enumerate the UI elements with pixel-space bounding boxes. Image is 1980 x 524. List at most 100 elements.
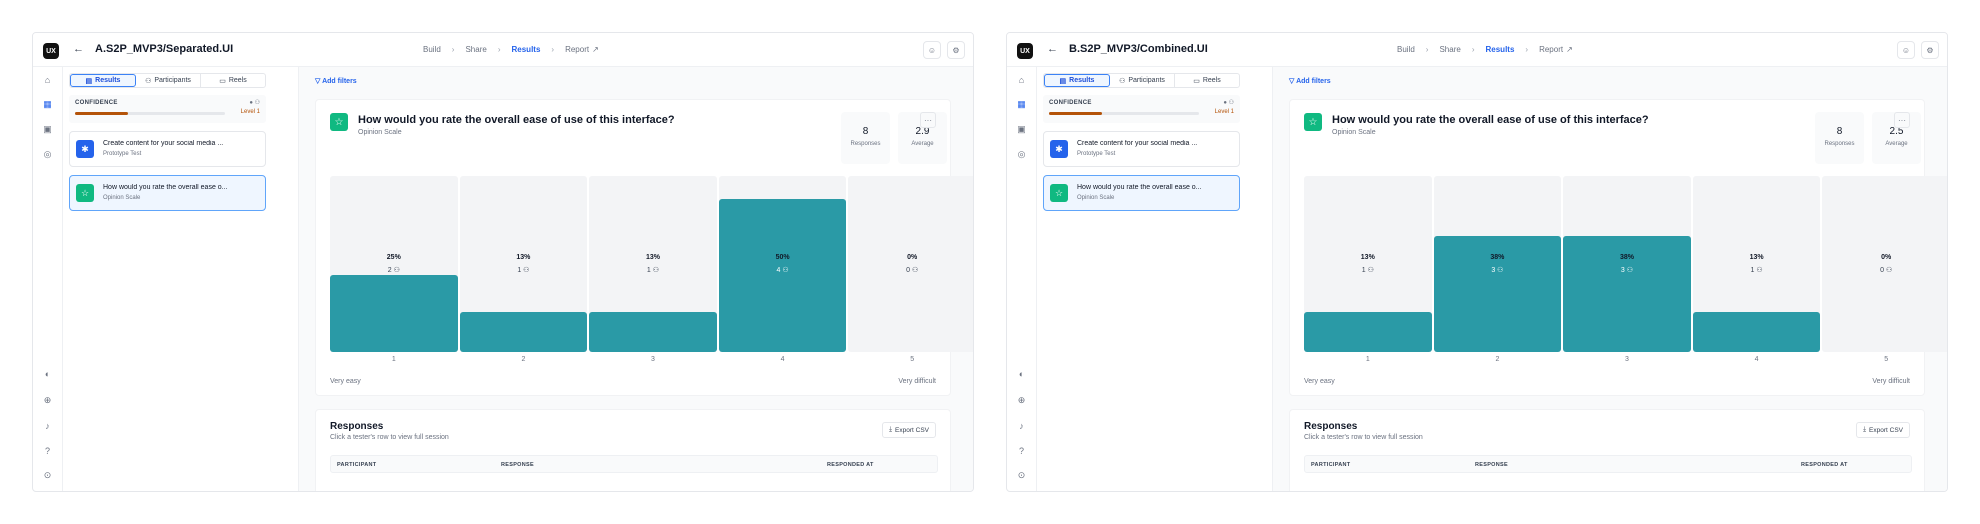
chart-bar[interactable] <box>1692 312 1821 352</box>
settings-icon[interactable]: ⊙ <box>41 469 54 482</box>
ux-logo[interactable]: UX <box>43 43 59 59</box>
nav-report[interactable]: Report <box>1539 45 1563 54</box>
home-icon[interactable]: ⌂ <box>41 73 54 86</box>
bell-icon[interactable]: ♪ <box>41 419 54 432</box>
nav-results[interactable]: Results <box>512 45 541 54</box>
task-card-selected[interactable]: ☆ How would you rate the overall ease o.… <box>1043 175 1240 211</box>
dashboard-icon[interactable]: ▦ <box>1015 98 1028 111</box>
theme-icon[interactable]: ◐ <box>41 367 54 380</box>
star-icon: ☆ <box>330 113 348 131</box>
scale-left-label: Very easy <box>1304 378 1335 385</box>
confidence-fill <box>1049 112 1102 115</box>
responses-subtitle: Click a tester's row to view full sessio… <box>1304 434 1423 441</box>
task-card[interactable]: ✱ Create content for your social media .… <box>69 131 266 167</box>
tab-reels[interactable]: ▭ Reels <box>1175 74 1239 87</box>
chart-column: 38% 3 ⚇ <box>1433 176 1562 352</box>
dashboard-icon[interactable]: ▦ <box>41 98 54 111</box>
column-response[interactable]: RESPONSE <box>501 462 534 468</box>
icon-rail: ⌂ ▦ ▣ ◎ ◐ ⊕ ♪ ? ⊙ <box>1007 67 1037 491</box>
column-responded-at[interactable]: RESPONDED AT <box>1801 462 1848 468</box>
help-icon[interactable]: ? <box>1015 444 1028 457</box>
tab-label: Reels <box>1202 77 1221 84</box>
user-icon[interactable]: ☺ <box>1897 41 1915 59</box>
settings-icon[interactable]: ⊙ <box>1015 469 1028 482</box>
chart-bar[interactable] <box>718 198 847 352</box>
people-icon: ⚇ <box>1365 267 1374 274</box>
export-csv-button[interactable]: ⤓ Export CSV <box>882 422 936 438</box>
user-icon[interactable]: ☺ <box>923 41 941 59</box>
gear-icon[interactable]: ⚙ <box>947 41 965 59</box>
media-icon[interactable]: ▣ <box>41 123 54 136</box>
home-icon[interactable]: ⌂ <box>1015 73 1028 86</box>
average-label: Average <box>1885 141 1908 147</box>
responses-table-header: PARTICIPANT RESPONSE RESPONDED AT <box>330 455 938 473</box>
column-responded-at[interactable]: RESPONDED AT <box>827 462 874 468</box>
column-participant[interactable]: PARTICIPANT <box>1311 462 1350 468</box>
more-options-icon[interactable]: ··· <box>1894 112 1910 128</box>
responses-stat: 8 Responses <box>1815 112 1864 164</box>
task-card-selected[interactable]: ☆ How would you rate the overall ease o.… <box>69 175 266 211</box>
chart-column: 13% 1 ⚇ <box>459 176 588 352</box>
nav-build[interactable]: Build <box>1397 45 1415 54</box>
chart-bar[interactable] <box>1304 312 1432 352</box>
upload-icon[interactable]: ⊕ <box>41 394 54 407</box>
nav-share[interactable]: Share <box>1439 45 1460 54</box>
top-bar: UX ← A.S2P_MVP3/Separated.UI Build › Sha… <box>33 33 973 67</box>
scale-tick-label: 3 <box>1625 356 1629 363</box>
responses-label: Responses <box>850 141 881 147</box>
scale-tick-label: 2 <box>521 356 526 363</box>
export-csv-button[interactable]: ⤓ Export CSV <box>1856 422 1910 438</box>
tab-participants[interactable]: ⚇ Participants <box>1110 74 1175 87</box>
task-card[interactable]: ✱ Create content for your social media .… <box>1043 131 1240 167</box>
chart-count-label: 1 ⚇ <box>460 266 588 274</box>
nav-build[interactable]: Build <box>423 45 441 54</box>
chart-bar[interactable] <box>330 275 458 352</box>
chart-count-label: 0 ⚇ <box>848 266 973 274</box>
prototype-icon: ✱ <box>1050 140 1068 158</box>
chart-count-label: 4 ⚇ <box>719 266 847 274</box>
ux-logo[interactable]: UX <box>1017 43 1033 59</box>
add-filters-button[interactable]: ▽ Add filters <box>315 77 357 85</box>
column-participant[interactable]: PARTICIPANT <box>337 462 376 468</box>
more-options-icon[interactable]: ··· <box>920 112 936 128</box>
target-icon[interactable]: ◎ <box>1015 148 1028 161</box>
chart-count-label: 3 ⚇ <box>1563 266 1691 274</box>
external-link-icon: ↗ <box>592 45 599 54</box>
back-icon[interactable]: ← <box>1047 43 1058 55</box>
tab-results[interactable]: ▤ Results <box>1044 74 1110 87</box>
nav-results[interactable]: Results <box>1486 45 1515 54</box>
chart-bar[interactable] <box>589 312 717 352</box>
tab-reels[interactable]: ▭ Reels <box>201 74 265 87</box>
results-sidebar: ▤ Results ⚇ Participants ▭ Reels CONFIDENCE… <box>63 67 299 491</box>
results-icon: ▤ <box>1059 77 1067 85</box>
people-icon: ⚇ <box>1624 267 1634 274</box>
back-icon[interactable]: ← <box>73 43 84 55</box>
bell-icon[interactable]: ♪ <box>1015 419 1028 432</box>
people-icon: ⚇ <box>1754 267 1763 274</box>
chevron-right-icon: › <box>451 45 455 54</box>
help-icon[interactable]: ? <box>41 444 54 457</box>
chart-count-label: 1 ⚇ <box>589 266 717 274</box>
nav-report[interactable]: Report <box>565 45 589 54</box>
icon-rail: ⌂ ▦ ▣ ◎ ◐ ⊕ ♪ ? ⊙ <box>33 67 63 491</box>
media-icon[interactable]: ▣ <box>1015 123 1028 136</box>
task-card-subtitle: Opinion Scale <box>1077 195 1115 201</box>
chart-percent-label: 13% <box>1360 254 1375 261</box>
chart-percent-label: 50% <box>775 254 790 261</box>
add-filters-button[interactable]: ▽ Add filters <box>1289 77 1331 85</box>
question-type: Opinion Scale <box>358 129 402 136</box>
task-card-subtitle: Opinion Scale <box>103 195 141 201</box>
gear-icon[interactable]: ⚙ <box>1921 41 1939 59</box>
chart-bar[interactable] <box>459 312 588 352</box>
upload-icon[interactable]: ⊕ <box>1015 394 1028 407</box>
chevron-right-icon: › <box>497 45 501 54</box>
scale-tick-label: 4 <box>780 356 785 363</box>
question-type: Opinion Scale <box>1332 129 1376 136</box>
tab-results[interactable]: ▤ Results <box>70 74 136 87</box>
tab-participants[interactable]: ⚇ Participants <box>136 74 201 87</box>
target-icon[interactable]: ◎ <box>41 148 54 161</box>
add-filters-label: Add filters <box>322 78 357 85</box>
theme-icon[interactable]: ◐ <box>1015 367 1028 380</box>
nav-share[interactable]: Share <box>465 45 486 54</box>
column-response[interactable]: RESPONSE <box>1475 462 1508 468</box>
